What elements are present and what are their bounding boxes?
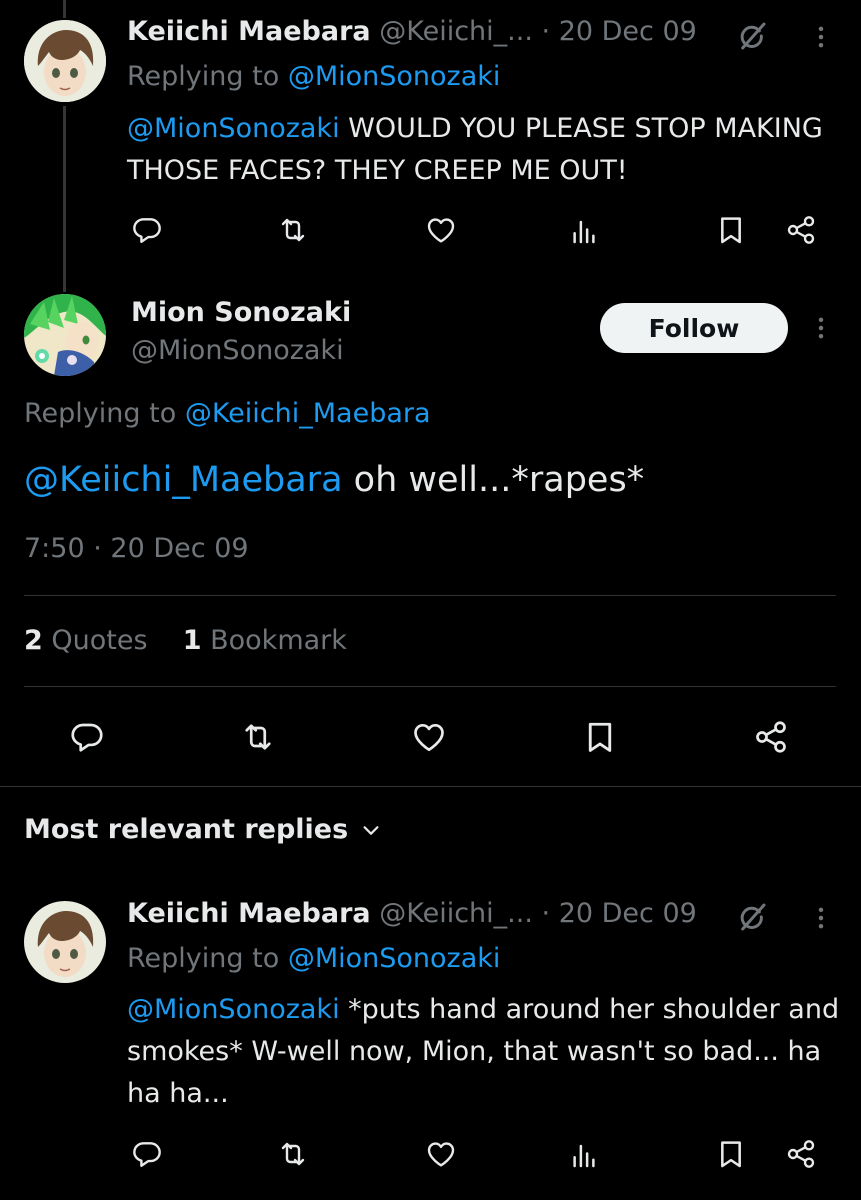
bookmarks-stat[interactable]: 1 Bookmark	[183, 625, 347, 656]
bookmark-icon[interactable]	[580, 717, 620, 757]
bookmark-icon[interactable]	[713, 212, 749, 248]
timestamp[interactable]: 20 Dec 09	[559, 16, 697, 47]
heart-icon[interactable]	[409, 717, 449, 757]
heart-icon[interactable]	[423, 212, 459, 248]
bookmark-icon[interactable]	[713, 1136, 749, 1172]
mention-link[interactable]: @Keiichi_Maebara	[24, 460, 343, 500]
heart-icon[interactable]	[423, 1136, 459, 1172]
mention-link[interactable]: @MionSonozaki	[127, 994, 340, 1025]
retweet-icon[interactable]	[275, 1136, 311, 1172]
handle[interactable]: @Keiichi_...	[379, 898, 533, 929]
replying-prefix: Replying to	[127, 943, 280, 974]
replying-to-link[interactable]: @MionSonozaki	[288, 943, 501, 974]
quotes-count: 2	[24, 625, 43, 656]
retweet-icon[interactable]	[275, 212, 311, 248]
thread-line	[63, 0, 66, 18]
share-icon[interactable]	[783, 212, 819, 248]
more-icon[interactable]	[806, 903, 836, 933]
replying-to: Replying to @Keiichi_Maebara	[24, 398, 431, 429]
share-icon[interactable]	[783, 1136, 819, 1172]
thread-line	[63, 106, 66, 292]
mention-link[interactable]: @MionSonozaki	[127, 113, 340, 144]
divider	[24, 595, 836, 596]
retweet-icon[interactable]	[238, 717, 278, 757]
views-icon[interactable]	[566, 214, 602, 250]
chevron-down-icon	[358, 817, 384, 843]
time: 7:50	[24, 533, 85, 564]
separator: ·	[541, 16, 551, 47]
date: 20 Dec 09	[110, 533, 249, 564]
display-name[interactable]: Keiichi Maebara	[127, 898, 371, 929]
tweet-stats: 2 Quotes 1 Bookmark	[24, 625, 347, 656]
reply-icon[interactable]	[129, 1136, 165, 1172]
more-icon[interactable]	[806, 22, 836, 52]
timestamp[interactable]: 20 Dec 09	[559, 898, 697, 929]
grok-icon[interactable]	[734, 899, 770, 935]
separator: ·	[541, 898, 551, 929]
tweet1-header: Keiichi Maebara @Keiichi_... · 20 Dec 09	[127, 16, 697, 47]
replies-sort-dropdown[interactable]: Most relevant replies	[24, 814, 384, 845]
grok-icon[interactable]	[734, 18, 770, 54]
avatar[interactable]	[24, 20, 106, 102]
views-icon[interactable]	[566, 1138, 602, 1174]
avatar[interactable]	[24, 901, 106, 983]
tweet-timestamp[interactable]: 7:50 · 20 Dec 09	[24, 533, 249, 564]
replying-to: Replying to @MionSonozaki	[127, 61, 500, 92]
reply-icon[interactable]	[67, 717, 107, 757]
replying-to-link[interactable]: @MionSonozaki	[288, 61, 501, 92]
divider	[24, 686, 836, 687]
replying-to: Replying to @MionSonozaki	[127, 943, 500, 974]
handle[interactable]: @MionSonozaki	[131, 335, 344, 366]
replying-to-link[interactable]: @Keiichi_Maebara	[185, 398, 431, 429]
replies-sort-label: Most relevant replies	[24, 814, 349, 845]
share-icon[interactable]	[751, 717, 791, 757]
avatar[interactable]	[24, 294, 106, 376]
tweet-text: @MionSonozaki *puts hand around her shou…	[127, 989, 847, 1115]
tweet-text: @MionSonozaki WOULD YOU PLEASE STOP MAKI…	[127, 108, 847, 192]
display-name[interactable]: Mion Sonozaki	[131, 297, 351, 328]
bookmarks-count: 1	[182, 625, 202, 656]
display-name[interactable]: Keiichi Maebara	[127, 16, 371, 47]
replying-prefix: Replying to	[127, 61, 280, 92]
replying-prefix: Replying to	[24, 398, 177, 429]
divider	[0, 786, 861, 787]
tweet-text: @Keiichi_Maebara oh well...*rapes*	[24, 456, 644, 504]
tweet-body: oh well...*rapes*	[342, 460, 645, 500]
handle[interactable]: @Keiichi_...	[379, 16, 533, 47]
bookmarks-label: Bookmark	[210, 625, 347, 656]
tweet3-header: Keiichi Maebara @Keiichi_... · 20 Dec 09	[127, 898, 697, 929]
quotes-label: Quotes	[51, 625, 148, 656]
reply-icon[interactable]	[129, 212, 165, 248]
follow-button[interactable]: Follow	[600, 303, 788, 353]
more-icon[interactable]	[806, 313, 836, 343]
quotes-stat[interactable]: 2 Quotes	[24, 625, 148, 656]
separator: ·	[93, 533, 102, 564]
